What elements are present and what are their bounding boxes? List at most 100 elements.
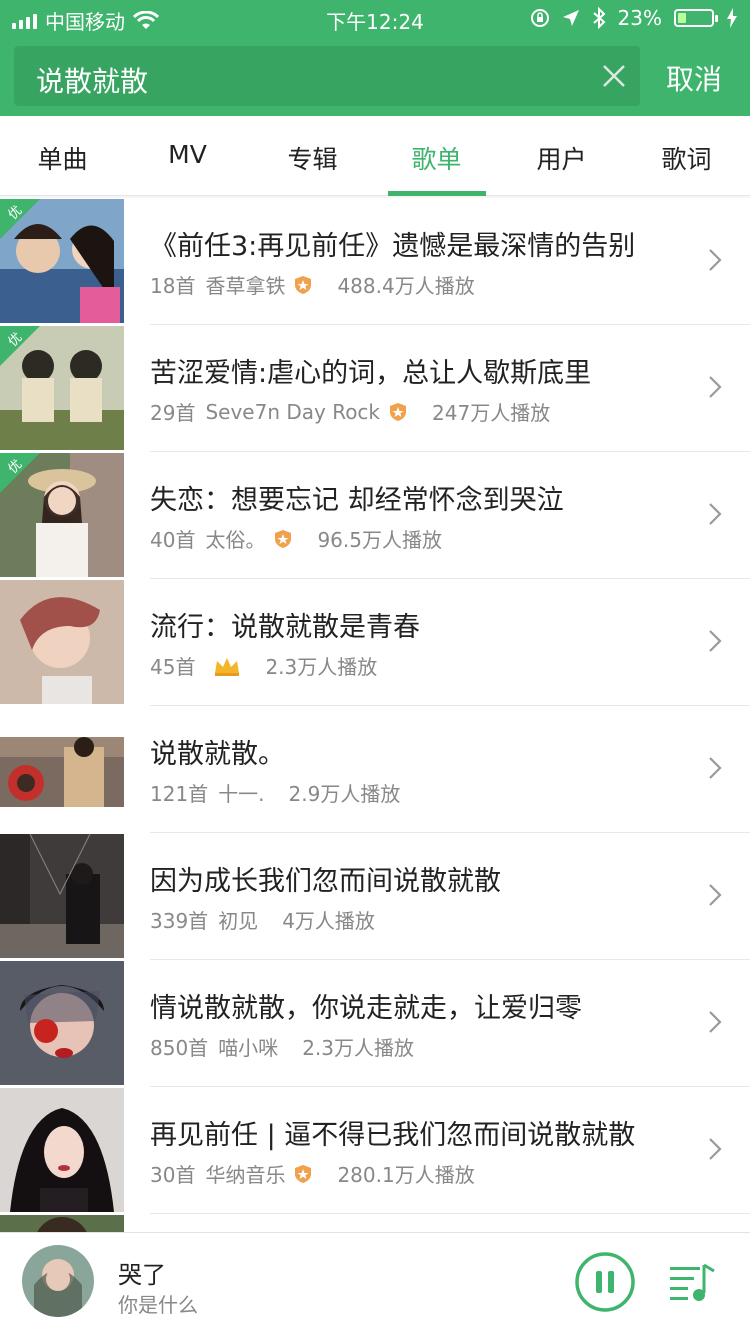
cancel-button[interactable]: 取消: [666, 58, 722, 98]
track-count: 18首: [150, 274, 196, 298]
playlist-cover: [0, 961, 124, 1085]
now-playing-title: 哭了: [118, 1261, 166, 1289]
search-query: 说散就散: [36, 65, 149, 98]
creator-name: 十一.: [218, 782, 265, 806]
play-count: 488.4万人播放: [337, 274, 475, 298]
tab-mv[interactable]: MV: [125, 140, 250, 169]
playlist-title: 苦涩爱情:虐心的词，总让人歇斯底里: [150, 358, 592, 389]
playlist-cover: [0, 1088, 124, 1212]
vip-ribbon: 优: [0, 453, 40, 493]
list-item[interactable]: 因为成长我们忽而间说散就散 339首 初见 4万人播放: [0, 833, 750, 960]
track-count: 850首: [150, 1036, 209, 1060]
chevron-right-icon: [709, 503, 722, 525]
chevron-right-icon: [709, 630, 722, 652]
charging-icon: [727, 8, 737, 28]
battery-icon: [674, 9, 718, 27]
playlist-meta: 339首 初见 4万人播放: [150, 905, 375, 934]
mini-player[interactable]: 哭了 你是什么: [0, 1232, 750, 1333]
playlist-cover: [0, 1215, 124, 1232]
creator-name: 香草拿铁: [205, 274, 286, 298]
location-icon: [562, 10, 579, 26]
star-badge-icon: [295, 275, 312, 294]
playlist-title: 再见前任 | 逼不得已我们忽而间说散就散: [150, 1120, 636, 1151]
creator-name: 华纳音乐: [205, 1163, 286, 1187]
play-count: 96.5万人播放: [317, 528, 442, 552]
playlist-title: 说散就散。: [150, 739, 285, 770]
chevron-right-icon: [709, 249, 722, 271]
playlist-cover: 优: [0, 326, 124, 450]
list-item[interactable]: 优 《前任3:再见前任》遗憾是最深情的告别 18首 香草拿铁 488.4万人播放: [0, 198, 750, 325]
play-count: 4万人播放: [282, 909, 375, 933]
tab-albums[interactable]: 专辑: [250, 140, 375, 176]
playlist-meta: 40首 太俗。 96.5万人播放: [150, 524, 442, 553]
chevron-right-icon: [709, 1011, 722, 1033]
list-item[interactable]: 说散就散。 121首 十一. 2.9万人播放: [0, 706, 750, 833]
playlist-title: 流行：说散就散是青春: [150, 612, 420, 643]
battery-percent: 23%: [617, 6, 662, 30]
play-count: 247万人播放: [432, 401, 551, 425]
playlist-title: 失恋：想要忘记 却经常怀念到哭泣: [150, 485, 564, 516]
playlist-meta: 45首 2.3万人播放: [150, 651, 377, 680]
star-badge-icon: [390, 402, 407, 421]
chevron-right-icon: [709, 757, 722, 779]
chevron-right-icon: [709, 376, 722, 398]
clear-icon[interactable]: [598, 60, 630, 92]
playlist-title: 因为成长我们忽而间说散就散: [150, 866, 501, 897]
track-count: 40首: [150, 528, 196, 552]
star-badge-icon: [275, 529, 292, 548]
creator-name: 喵小咪: [218, 1036, 279, 1060]
play-count: 280.1万人播放: [337, 1163, 475, 1187]
track-count: 30首: [150, 1163, 196, 1187]
search-input[interactable]: 说散就散: [14, 46, 640, 106]
creator-name: 太俗。: [205, 528, 266, 552]
playlist-meta: 30首 华纳音乐 280.1万人播放: [150, 1159, 475, 1188]
now-playing-cover: [22, 1245, 94, 1317]
list-item[interactable]: [0, 1214, 750, 1232]
play-count: 2.3万人播放: [265, 655, 378, 679]
crown-icon: [215, 657, 240, 676]
play-count: 2.3万人播放: [302, 1036, 414, 1060]
search-tabs: 单曲 MV 专辑 歌单 用户 歌词: [0, 116, 750, 196]
playlist-meta: 850首 喵小咪 2.3万人播放: [150, 1032, 414, 1061]
track-count: 45首: [150, 655, 196, 679]
chevron-right-icon: [709, 884, 722, 906]
now-playing-artist: 你是什么: [118, 1293, 198, 1317]
playlist-cover: 优: [0, 453, 124, 577]
list-item[interactable]: 情说散就散，你说走就走，让爱归零 850首 喵小咪 2.3万人播放: [0, 960, 750, 1087]
status-bar: 中国移动 下午12:24 23%: [0, 0, 750, 38]
chevron-right-icon: [709, 1138, 722, 1160]
playlist-meta: 121首 十一. 2.9万人播放: [150, 778, 400, 807]
top-bar: 中国移动 下午12:24 23% 说散就散 取消: [0, 0, 750, 116]
list-item[interactable]: 再见前任 | 逼不得已我们忽而间说散就散 30首 华纳音乐 280.1万人播放: [0, 1087, 750, 1214]
playlist-title: 情说散就散，你说走就走，让爱归零: [150, 993, 582, 1024]
vip-ribbon: 优: [0, 199, 40, 239]
play-count: 2.9万人播放: [288, 782, 401, 806]
playlist-cover: [0, 707, 124, 831]
active-tab-indicator: [388, 191, 486, 196]
track-count: 339首: [150, 909, 209, 933]
bluetooth-icon: [592, 7, 605, 29]
playlist-cover: [0, 834, 124, 958]
tab-songs[interactable]: 单曲: [0, 140, 125, 176]
list-item[interactable]: 流行：说散就散是青春 45首 2.3万人播放: [0, 579, 750, 706]
creator-name: 初见: [218, 909, 259, 933]
list-item[interactable]: 优 失恋：想要忘记 却经常怀念到哭泣 40首 太俗。 96.5万人播放: [0, 452, 750, 579]
playlist-meta: 18首 香草拿铁 488.4万人播放: [150, 270, 475, 299]
playlist-results: 优 《前任3:再见前任》遗憾是最深情的告别 18首 香草拿铁 488.4万人播放: [0, 198, 750, 1232]
playlist-title: 《前任3:再见前任》遗憾是最深情的告别: [150, 231, 636, 262]
orientation-lock-icon: [530, 9, 549, 27]
tab-lyrics[interactable]: 歌词: [624, 140, 749, 176]
vip-ribbon: 优: [0, 326, 40, 366]
list-item[interactable]: 优 苦涩爱情:虐心的词，总让人歇斯底里 29首 Seve7n Day Rock …: [0, 325, 750, 452]
tab-playlists[interactable]: 歌单: [374, 140, 499, 176]
track-count: 29首: [150, 401, 196, 425]
playlist-queue-icon[interactable]: [668, 1261, 716, 1305]
star-badge-icon: [295, 1164, 312, 1183]
creator-name: Seve7n Day Rock: [205, 399, 381, 424]
playlist-cover: [0, 580, 124, 704]
pause-icon[interactable]: [574, 1251, 636, 1313]
tab-users[interactable]: 用户: [499, 140, 624, 176]
playlist-cover: 优: [0, 199, 124, 323]
track-count: 121首: [150, 782, 209, 806]
playlist-meta: 29首 Seve7n Day Rock 247万人播放: [150, 397, 550, 426]
